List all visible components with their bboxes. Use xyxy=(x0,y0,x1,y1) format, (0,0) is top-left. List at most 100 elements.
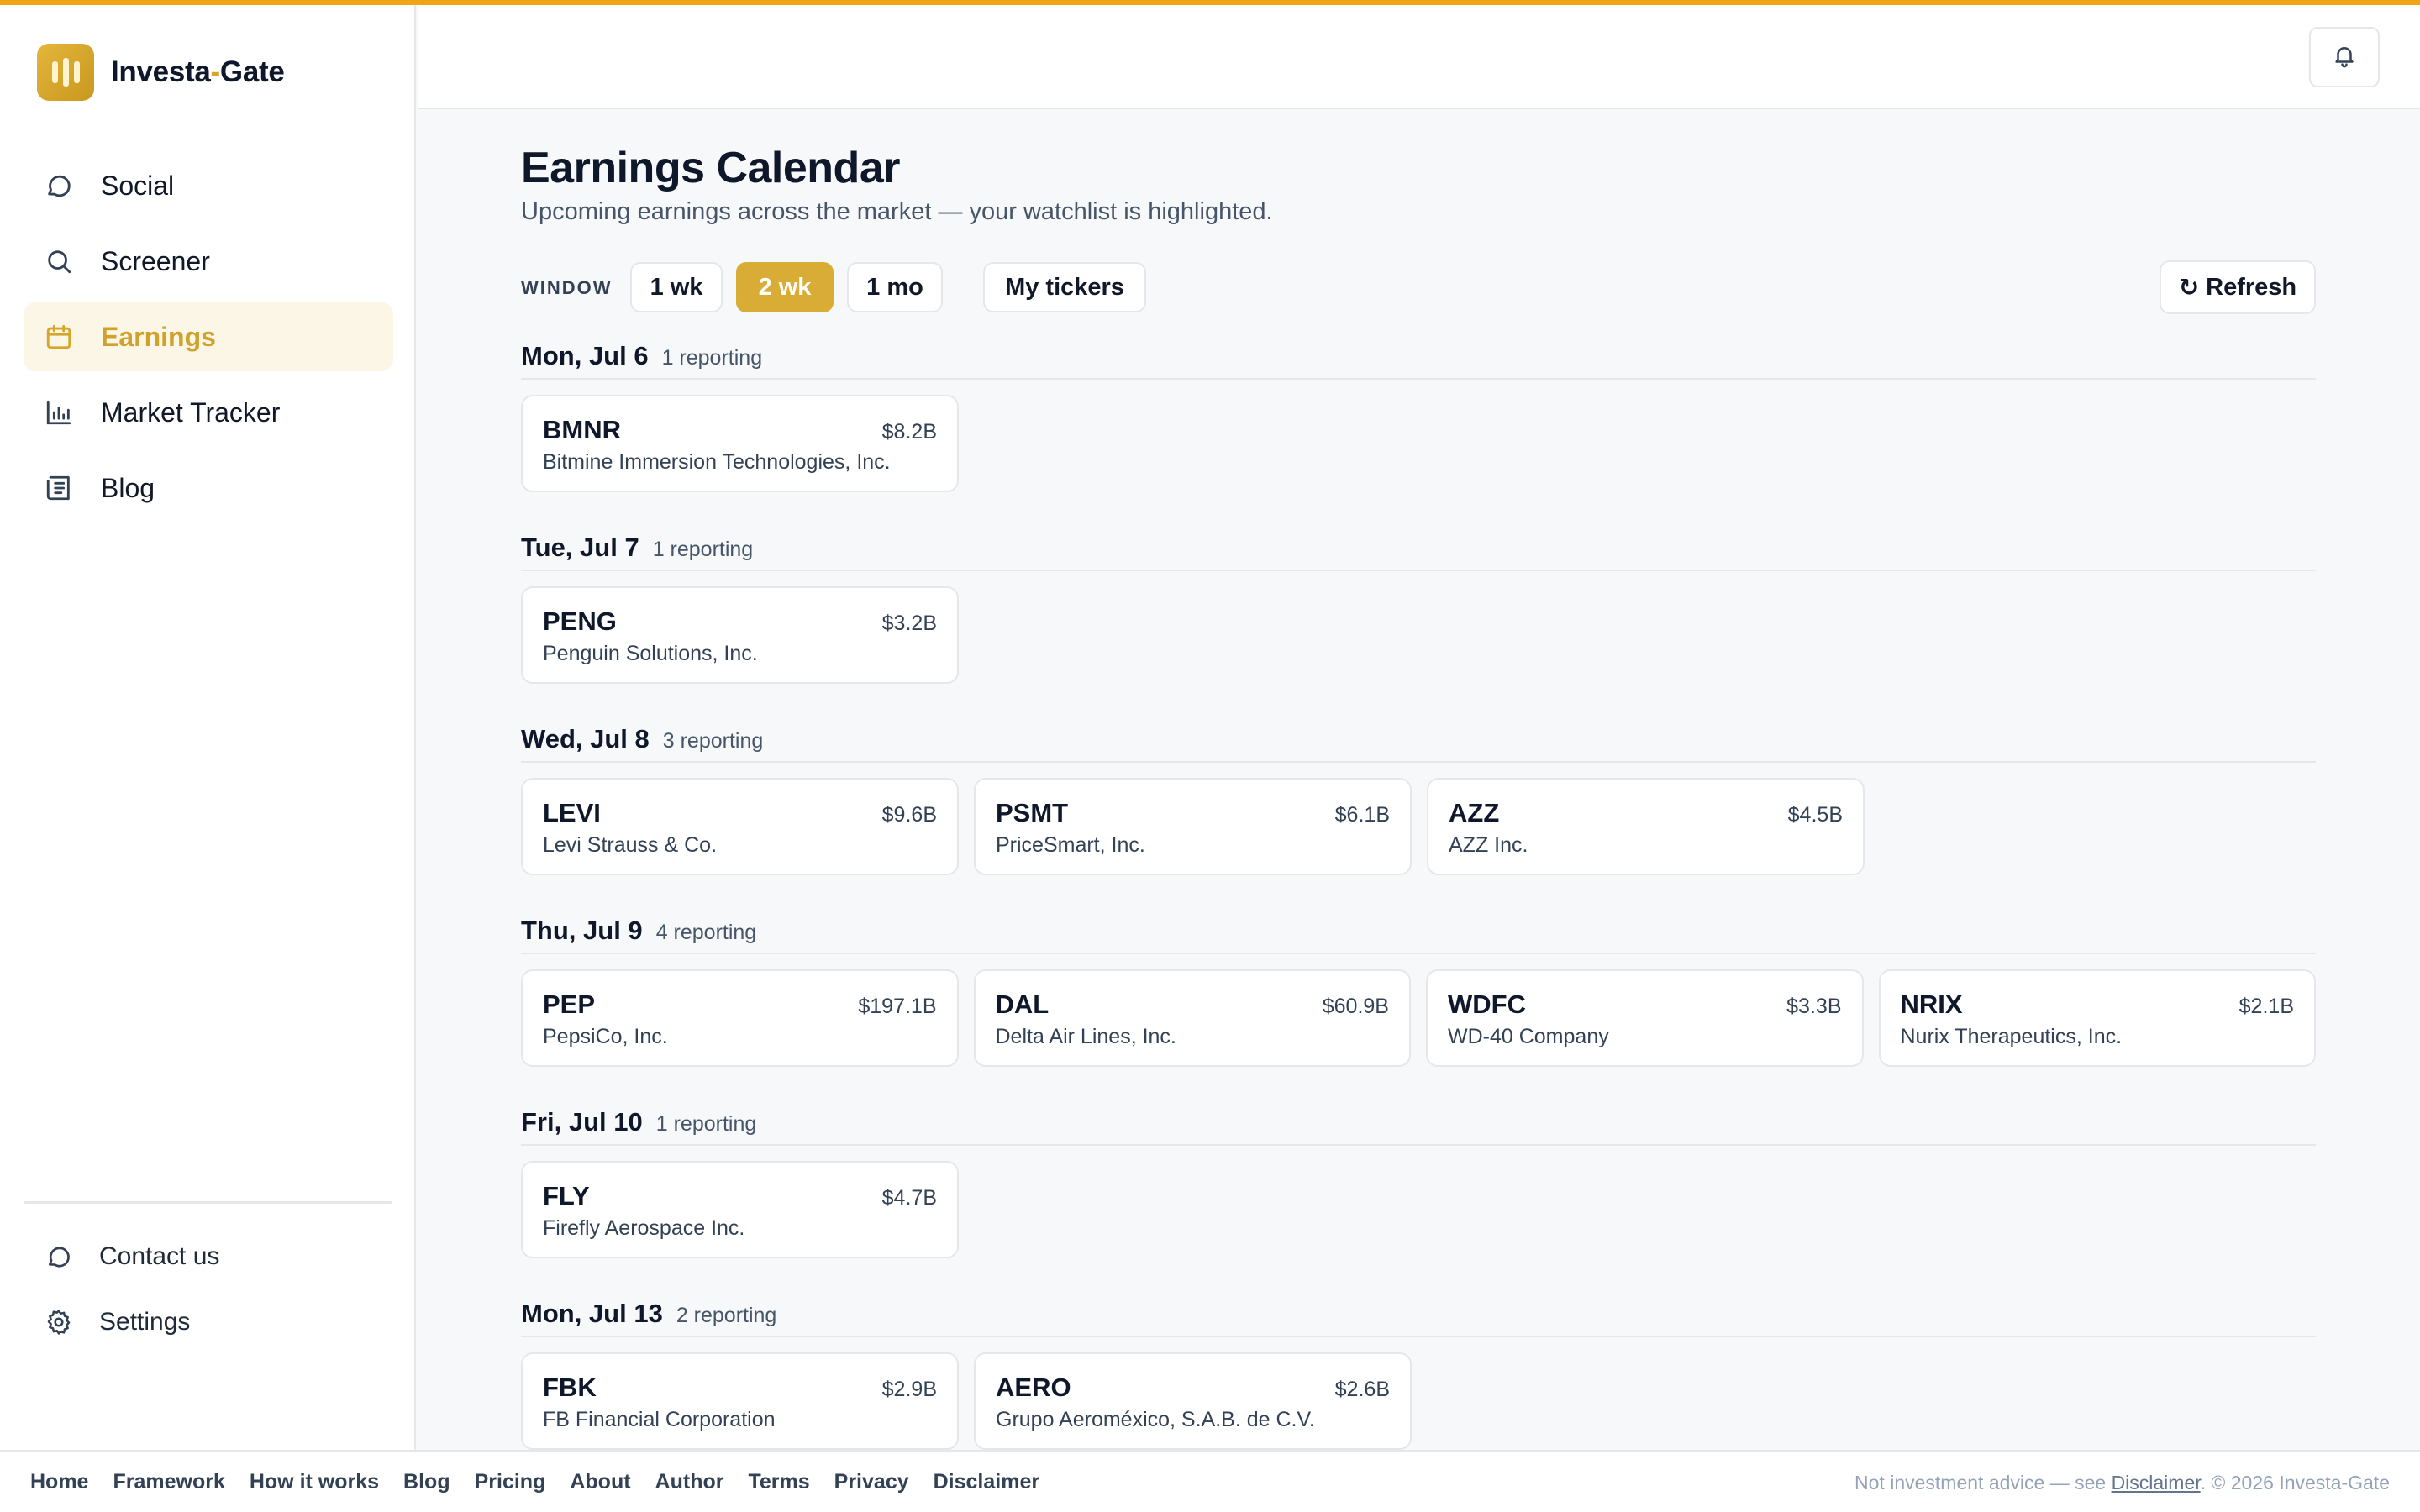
top-accent-bar xyxy=(0,0,2420,5)
refresh-icon: ↻ xyxy=(2178,274,2200,302)
brand-name-part2: Gate xyxy=(219,55,285,88)
card-market-cap: $3.3B xyxy=(1786,995,1842,1018)
day-reporting-count: 2 reporting xyxy=(676,1304,777,1327)
day-date: Thu, Jul 9 xyxy=(521,916,643,945)
sidebar-item-label: Market Tracker xyxy=(101,396,281,428)
footer-link-author[interactable]: Author xyxy=(655,1470,724,1494)
card-company-name: WD-40 Company xyxy=(1448,1025,1609,1048)
day-date: Fri, Jul 10 xyxy=(521,1107,643,1137)
card-company-name: Firefly Aerospace Inc. xyxy=(543,1216,745,1240)
footer-link-framework[interactable]: Framework xyxy=(113,1470,224,1494)
sidebar-item-social[interactable]: Social xyxy=(24,151,393,220)
refresh-button[interactable]: ↻ Refresh xyxy=(2160,260,2316,314)
footer-link-terms[interactable]: Terms xyxy=(748,1470,809,1494)
sidebar-item-label: Social xyxy=(101,170,175,201)
day-date: Wed, Jul 8 xyxy=(521,724,650,753)
brand-logo-icon xyxy=(37,44,94,101)
brand-name: Investa-Gate xyxy=(111,55,285,89)
card-company-name: Delta Air Lines, Inc. xyxy=(995,1025,1176,1048)
card-ticker: WDFC xyxy=(1448,990,1526,1019)
earnings-card[interactable]: FBK $2.9B FB Financial Corporation xyxy=(521,1352,959,1450)
window-1mo-button[interactable]: 1 mo xyxy=(847,262,943,312)
footer-link-privacy[interactable]: Privacy xyxy=(834,1470,909,1494)
card-ticker: FBK xyxy=(543,1373,597,1402)
card-ticker: PEP xyxy=(543,990,596,1019)
notifications-button[interactable] xyxy=(2309,27,2380,87)
day-header: Thu, Jul 9 4 reporting xyxy=(521,916,2316,954)
footer-disclaimer-link[interactable]: Disclaimer xyxy=(2112,1472,2201,1494)
earnings-card[interactable]: DAL $60.9B Delta Air Lines, Inc. xyxy=(973,969,1411,1067)
my-tickers-button[interactable]: My tickers xyxy=(983,262,1146,312)
refresh-label: Refresh xyxy=(2206,273,2297,301)
page-subtitle: Upcoming earnings across the market — yo… xyxy=(521,198,1273,225)
sidebar-item-screener[interactable]: Screener xyxy=(24,227,393,296)
top-header xyxy=(418,5,2420,109)
earnings-card[interactable]: PENG $3.2B Penguin Solutions, Inc. xyxy=(521,586,959,684)
card-company-name: Levi Strauss & Co. xyxy=(543,833,718,857)
footer-note-prefix: Not investment advice — see xyxy=(1854,1472,2112,1494)
window-label: WINDOW xyxy=(521,277,613,298)
sidebar-divider xyxy=(24,1201,392,1204)
footer-link-home[interactable]: Home xyxy=(30,1470,88,1494)
calendar-icon xyxy=(44,322,74,352)
sidebar-item-label: Settings xyxy=(99,1308,191,1336)
footer-link-pricing[interactable]: Pricing xyxy=(475,1470,546,1494)
earnings-card[interactable]: NRIX $2.1B Nurix Therapeutics, Inc. xyxy=(1878,969,2316,1067)
sidebar-nav: Social Screener Earnings Market Tracker … xyxy=(24,151,393,529)
window-2wk-button[interactable]: 2 wk xyxy=(736,262,834,312)
brand[interactable]: Investa-Gate xyxy=(37,44,285,101)
sidebar-item-contact-us[interactable]: Contact us xyxy=(24,1225,393,1289)
sidebar-item-blog[interactable]: Blog xyxy=(24,454,393,522)
day-date: Mon, Jul 13 xyxy=(521,1299,663,1328)
earnings-card[interactable]: WDFC $3.3B WD-40 Company xyxy=(1426,969,1864,1067)
newspaper-icon xyxy=(44,473,74,503)
card-ticker: AZZ xyxy=(1449,798,1500,827)
sidebar-item-market-tracker[interactable]: Market Tracker xyxy=(24,378,393,447)
earnings-card[interactable]: FLY $4.7B Firefly Aerospace Inc. xyxy=(521,1161,959,1258)
day-header: Mon, Jul 6 1 reporting xyxy=(521,341,2316,380)
day-header: Wed, Jul 8 3 reporting xyxy=(521,724,2316,763)
footer-note-suffix: . © 2026 Investa-Gate xyxy=(2200,1472,2390,1494)
card-ticker: FLY xyxy=(543,1181,590,1210)
day-reporting-count: 1 reporting xyxy=(661,346,763,370)
footer-link-how-it-works[interactable]: How it works xyxy=(250,1470,379,1494)
chat-bubble-icon xyxy=(44,171,74,201)
bell-icon xyxy=(2332,43,2357,72)
day-reporting-count: 1 reporting xyxy=(655,1112,757,1136)
earnings-card[interactable]: PSMT $6.1B PriceSmart, Inc. xyxy=(974,778,1412,875)
footer-link-blog[interactable]: Blog xyxy=(403,1470,450,1494)
sidebar: Investa-Gate Social Screener Earnings Ma… xyxy=(0,5,416,1450)
day-group: Tue, Jul 7 1 reporting PENG $3.2B Pengui… xyxy=(521,533,2316,724)
gear-icon xyxy=(44,1307,74,1337)
day-reporting-count: 3 reporting xyxy=(662,729,764,753)
window-1wk-button[interactable]: 1 wk xyxy=(630,262,723,312)
card-market-cap: $2.9B xyxy=(881,1378,937,1401)
sidebar-item-settings[interactable]: Settings xyxy=(24,1290,393,1354)
earnings-card[interactable]: PEP $197.1B PepsiCo, Inc. xyxy=(521,969,959,1067)
card-market-cap: $197.1B xyxy=(858,995,937,1018)
footer: Home Framework How it works Blog Pricing… xyxy=(0,1450,2420,1512)
earnings-days-list: Mon, Jul 6 1 reporting BMNR $8.2B Bitmin… xyxy=(521,341,2316,1490)
sidebar-item-label: Screener xyxy=(101,245,210,276)
sidebar-item-label: Blog xyxy=(101,472,155,503)
card-ticker: DAL xyxy=(995,990,1050,1019)
card-ticker: PSMT xyxy=(996,798,1069,827)
card-company-name: Grupo Aeroméxico, S.A.B. de C.V. xyxy=(996,1408,1315,1431)
card-ticker: AERO xyxy=(996,1373,1071,1402)
card-market-cap: $3.2B xyxy=(881,612,937,635)
footer-link-disclaimer[interactable]: Disclaimer xyxy=(934,1470,1039,1494)
day-header: Mon, Jul 13 2 reporting xyxy=(521,1299,2316,1337)
brand-name-separator: - xyxy=(210,55,221,88)
footer-links: Home Framework How it works Blog Pricing… xyxy=(30,1470,1064,1494)
day-reporting-count: 1 reporting xyxy=(652,538,754,561)
day-header: Fri, Jul 10 1 reporting xyxy=(521,1107,2316,1146)
earnings-card[interactable]: LEVI $9.6B Levi Strauss & Co. xyxy=(521,778,959,875)
sidebar-item-earnings[interactable]: Earnings xyxy=(24,302,393,371)
earnings-card[interactable]: AZZ $4.5B AZZ Inc. xyxy=(1427,778,1865,875)
sidebar-item-label: Earnings xyxy=(101,321,216,352)
footer-note: Not investment advice — see Disclaimer. … xyxy=(1854,1472,2390,1494)
earnings-card[interactable]: BMNR $8.2B Bitmine Immersion Technologie… xyxy=(521,395,959,492)
footer-link-about[interactable]: About xyxy=(570,1470,630,1494)
sidebar-item-label: Contact us xyxy=(99,1242,220,1270)
earnings-card[interactable]: AERO $2.6B Grupo Aeroméxico, S.A.B. de C… xyxy=(974,1352,1412,1450)
